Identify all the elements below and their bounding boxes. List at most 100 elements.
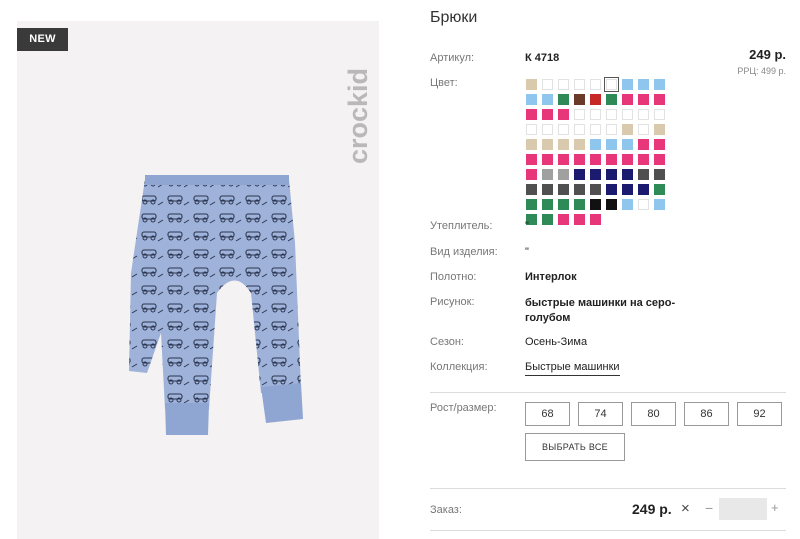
color-swatch[interactable] [654,184,665,195]
color-swatch[interactable] [606,124,617,135]
color-swatch[interactable] [542,154,553,165]
color-swatch[interactable] [526,199,537,210]
quantity-input[interactable] [719,498,767,520]
color-swatch[interactable] [558,154,569,165]
color-swatch[interactable] [606,154,617,165]
color-swatch[interactable] [574,94,585,105]
article-label: Артикул: [430,52,475,64]
color-swatch[interactable] [558,109,569,120]
color-swatch[interactable] [622,169,633,180]
color-swatch[interactable] [574,184,585,195]
color-swatch[interactable] [558,94,569,105]
collection-link[interactable]: Быстрые машинки [525,361,620,376]
color-swatch[interactable] [654,199,665,210]
color-swatch[interactable] [542,214,553,225]
select-all-button[interactable]: ВЫБРАТЬ ВСЕ [525,433,625,461]
fabric-label: Полотно: [430,271,477,283]
color-swatch[interactable] [574,79,585,90]
color-swatch[interactable] [558,169,569,180]
color-swatch[interactable] [590,94,601,105]
color-swatch[interactable] [654,169,665,180]
color-swatch[interactable] [654,139,665,150]
color-swatch[interactable] [590,214,601,225]
insulation-value: " [525,220,529,232]
color-swatch[interactable] [542,109,553,120]
color-swatch[interactable] [526,79,537,90]
color-swatch[interactable] [558,184,569,195]
color-swatch[interactable] [574,109,585,120]
color-swatch[interactable] [654,94,665,105]
color-swatch[interactable] [622,94,633,105]
color-swatch[interactable] [590,199,601,210]
color-swatch[interactable] [574,124,585,135]
color-swatch[interactable] [542,139,553,150]
color-swatch[interactable] [622,184,633,195]
color-swatch[interactable] [542,199,553,210]
color-swatch[interactable] [574,169,585,180]
size-option-80[interactable]: 80 [631,402,676,426]
color-swatch[interactable] [590,79,601,90]
color-swatch[interactable] [622,154,633,165]
color-swatch[interactable] [622,124,633,135]
color-swatch[interactable] [558,79,569,90]
color-swatch[interactable] [606,109,617,120]
color-swatch[interactable] [638,109,649,120]
color-swatch[interactable] [590,184,601,195]
color-swatch[interactable] [526,124,537,135]
color-swatch[interactable] [574,199,585,210]
color-swatch[interactable] [542,184,553,195]
color-swatch[interactable] [604,77,619,92]
size-option-86[interactable]: 86 [684,402,729,426]
color-swatch[interactable] [622,139,633,150]
color-swatch[interactable] [542,79,553,90]
color-swatch[interactable] [526,139,537,150]
color-swatch[interactable] [574,139,585,150]
color-swatch[interactable] [558,214,569,225]
color-swatch[interactable] [558,139,569,150]
color-swatch[interactable] [638,79,649,90]
color-swatch[interactable] [590,124,601,135]
color-swatch[interactable] [638,169,649,180]
product-title: Брюки [430,9,478,26]
color-swatch[interactable] [638,154,649,165]
color-swatch[interactable] [558,199,569,210]
color-swatch[interactable] [590,169,601,180]
color-swatch[interactable] [654,109,665,120]
color-swatch[interactable] [638,94,649,105]
increase-button[interactable]: + [771,500,779,515]
color-swatch[interactable] [558,124,569,135]
color-swatch[interactable] [622,199,633,210]
color-swatch[interactable] [654,124,665,135]
color-swatch[interactable] [606,169,617,180]
color-swatch[interactable] [526,109,537,120]
remove-icon[interactable]: × [681,500,690,517]
size-option-68[interactable]: 68 [525,402,570,426]
color-swatch[interactable] [638,199,649,210]
color-swatch[interactable] [638,124,649,135]
color-swatch[interactable] [654,154,665,165]
color-swatch[interactable] [590,154,601,165]
color-swatch[interactable] [542,124,553,135]
color-swatch[interactable] [590,139,601,150]
color-swatch[interactable] [606,184,617,195]
decrease-button[interactable]: − [705,500,713,516]
color-swatch[interactable] [622,109,633,120]
color-swatch[interactable] [574,154,585,165]
size-option-92[interactable]: 92 [737,402,782,426]
color-swatch[interactable] [526,169,537,180]
color-swatch[interactable] [638,139,649,150]
color-swatch[interactable] [526,94,537,105]
color-swatch[interactable] [606,139,617,150]
color-swatch[interactable] [606,94,617,105]
color-swatch[interactable] [542,94,553,105]
color-swatch[interactable] [606,199,617,210]
color-swatch[interactable] [654,79,665,90]
size-option-74[interactable]: 74 [578,402,623,426]
color-swatch[interactable] [574,214,585,225]
color-swatch[interactable] [590,109,601,120]
color-swatch[interactable] [622,79,633,90]
color-swatch[interactable] [526,154,537,165]
color-swatch[interactable] [542,169,553,180]
color-swatch[interactable] [526,184,537,195]
color-swatch[interactable] [638,184,649,195]
